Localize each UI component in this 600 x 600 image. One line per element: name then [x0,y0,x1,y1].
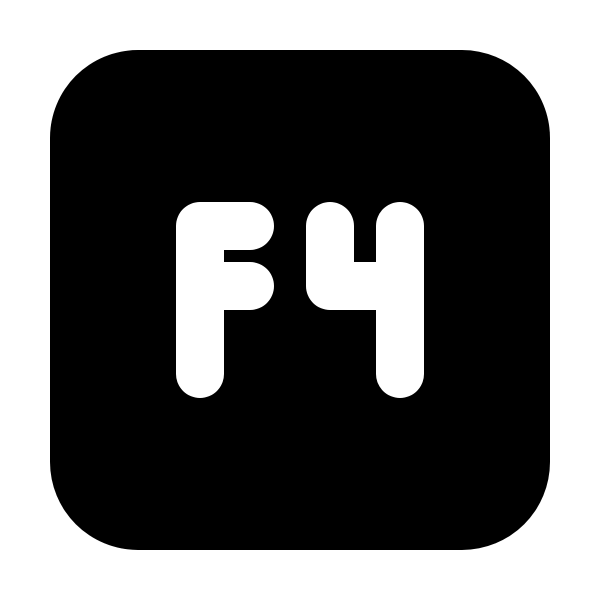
f4-key-icon [50,50,550,550]
icon-canvas: F4 [0,0,600,600]
key-background [50,50,550,550]
